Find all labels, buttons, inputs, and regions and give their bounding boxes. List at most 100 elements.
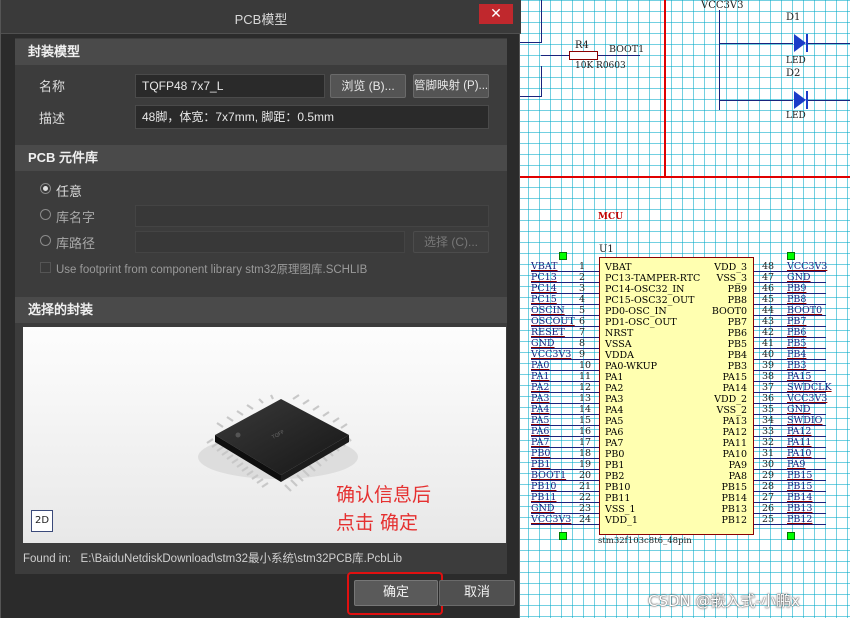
watermark: CSDN @嵌入式-小鹏x <box>648 592 800 610</box>
library-name-field[interactable] <box>135 205 489 227</box>
net-label: PA0 <box>531 360 550 371</box>
connection-marker <box>559 252 567 260</box>
pin-number: 28 <box>762 481 775 492</box>
close-button[interactable]: ✕ <box>479 4 513 24</box>
wire <box>541 55 569 56</box>
radio-library-path[interactable] <box>40 235 51 246</box>
browse-button[interactable]: 浏览 (B)... <box>330 74 406 98</box>
pin-number: 3 <box>579 283 586 294</box>
wire <box>719 43 793 44</box>
pin-number: 43 <box>762 316 775 327</box>
led1-designator: D1 <box>786 12 801 23</box>
footprint-3d-preview[interactable]: TQFP 2D 确认信息后 点击 确定 <box>23 327 506 543</box>
net-label: VCC3V3 <box>531 514 572 525</box>
pin-name: PA7 <box>605 438 624 449</box>
pin-number: 20 <box>579 470 592 481</box>
pin-number: 46 <box>762 283 775 294</box>
net-label: PA3 <box>531 393 550 404</box>
radio-any[interactable] <box>40 183 51 194</box>
pin-number: 30 <box>762 459 775 470</box>
use-footprint-label: Use footprint from component library stm… <box>56 264 368 276</box>
pin-name: PA5 <box>605 416 624 427</box>
pin-name: PB14 <box>721 493 747 504</box>
net-label: PB5 <box>787 338 807 349</box>
net-label-boot1: BOOT1 <box>609 44 645 55</box>
pin-name: PB7 <box>727 317 747 328</box>
pin-name: PA6 <box>605 427 624 438</box>
pin-name: PB9 <box>727 284 747 295</box>
net-label: OSCOUT <box>531 316 575 327</box>
net-label: PB8 <box>787 294 807 305</box>
net-label: PB15 <box>787 470 813 481</box>
led2-label: LED <box>786 111 806 121</box>
pin-name: PA12 <box>722 427 747 438</box>
pin-number: 40 <box>762 349 775 360</box>
resistor-symbol <box>569 51 598 60</box>
pin-name: VSS_2 <box>716 405 747 416</box>
pin-name: PB5 <box>727 339 747 350</box>
net-label: PC14 <box>531 283 557 294</box>
chip-part-name: stm32f103c8t6_48pin <box>598 536 692 546</box>
net-label: GND <box>531 503 555 514</box>
pin-name: PB6 <box>727 328 747 339</box>
net-label: PB12 <box>787 514 813 525</box>
net-label: PA10 <box>787 448 812 459</box>
pin-number: 48 <box>762 261 775 272</box>
net-label: PB7 <box>787 316 807 327</box>
radio-library-name[interactable] <box>40 209 51 220</box>
net-label: PA1 <box>531 371 550 382</box>
pin-number: 7 <box>579 327 586 338</box>
net-label: PB0 <box>531 448 551 459</box>
pin-name: PB15 <box>721 482 747 493</box>
select-button[interactable]: 选择 (C)... <box>413 231 489 253</box>
net-label: GND <box>787 404 811 415</box>
use-footprint-checkbox[interactable] <box>40 262 51 273</box>
pin-number: 13 <box>579 393 592 404</box>
description-field[interactable]: 48脚，体宽：7x7mm, 脚距：0.5mm <box>135 105 489 129</box>
net-label: PB4 <box>787 349 807 360</box>
led1-icon <box>794 34 808 52</box>
pin-name: PB12 <box>721 515 747 526</box>
net-label: PB15 <box>787 481 813 492</box>
net-label: PB13 <box>787 503 813 514</box>
name-label: 名称 <box>39 79 66 94</box>
dialog-titlebar[interactable]: PCB模型 ✕ <box>1 0 521 34</box>
wire <box>541 66 542 96</box>
pin-number: 2 <box>579 272 586 283</box>
pin-number: 4 <box>579 294 586 305</box>
annotation-line1: 确认信息后 <box>336 484 432 506</box>
description-label: 描述 <box>39 111 66 126</box>
radio-library-path-label: 库路径 <box>56 236 96 251</box>
pin-name: PA2 <box>605 383 624 394</box>
pin-number: 39 <box>762 360 775 371</box>
pin-name: VDD_1 <box>605 515 638 526</box>
pin-number: 27 <box>762 492 775 503</box>
net-label: SWDIO <box>787 415 823 426</box>
net-label: PB11 <box>531 492 557 503</box>
pin-number: 35 <box>762 404 775 415</box>
pin-number: 22 <box>579 492 592 503</box>
net-label: PB1 <box>531 459 551 470</box>
pin-number: 1 <box>579 261 586 272</box>
resistor-value: 10K R0603 <box>575 61 626 71</box>
2d-3d-toggle[interactable]: 2D <box>31 510 53 532</box>
pin-map-button[interactable]: 管脚映射 (P)... <box>413 74 489 98</box>
net-label: VCC3V3 <box>787 393 828 404</box>
net-label: PA12 <box>787 426 812 437</box>
led1-label: LED <box>786 56 806 66</box>
pin-number: 18 <box>579 448 592 459</box>
pin-name: PB4 <box>727 350 747 361</box>
pin-number: 14 <box>579 404 592 415</box>
radio-library-name-label: 库名字 <box>56 210 96 225</box>
dialog-title: PCB模型 <box>234 12 288 27</box>
wire <box>807 100 850 101</box>
net-label: VCC3V3 <box>787 261 828 272</box>
pin-number: 32 <box>762 437 775 448</box>
connection-marker <box>787 532 795 540</box>
pin-name: VDD_2 <box>714 394 747 405</box>
cancel-button[interactable]: 取消 <box>439 580 515 606</box>
net-label: RESET <box>531 327 565 338</box>
name-field[interactable]: TQFP48 7x7_L <box>135 74 325 98</box>
library-path-field[interactable] <box>135 231 405 253</box>
pin-name: PB2 <box>605 471 625 482</box>
